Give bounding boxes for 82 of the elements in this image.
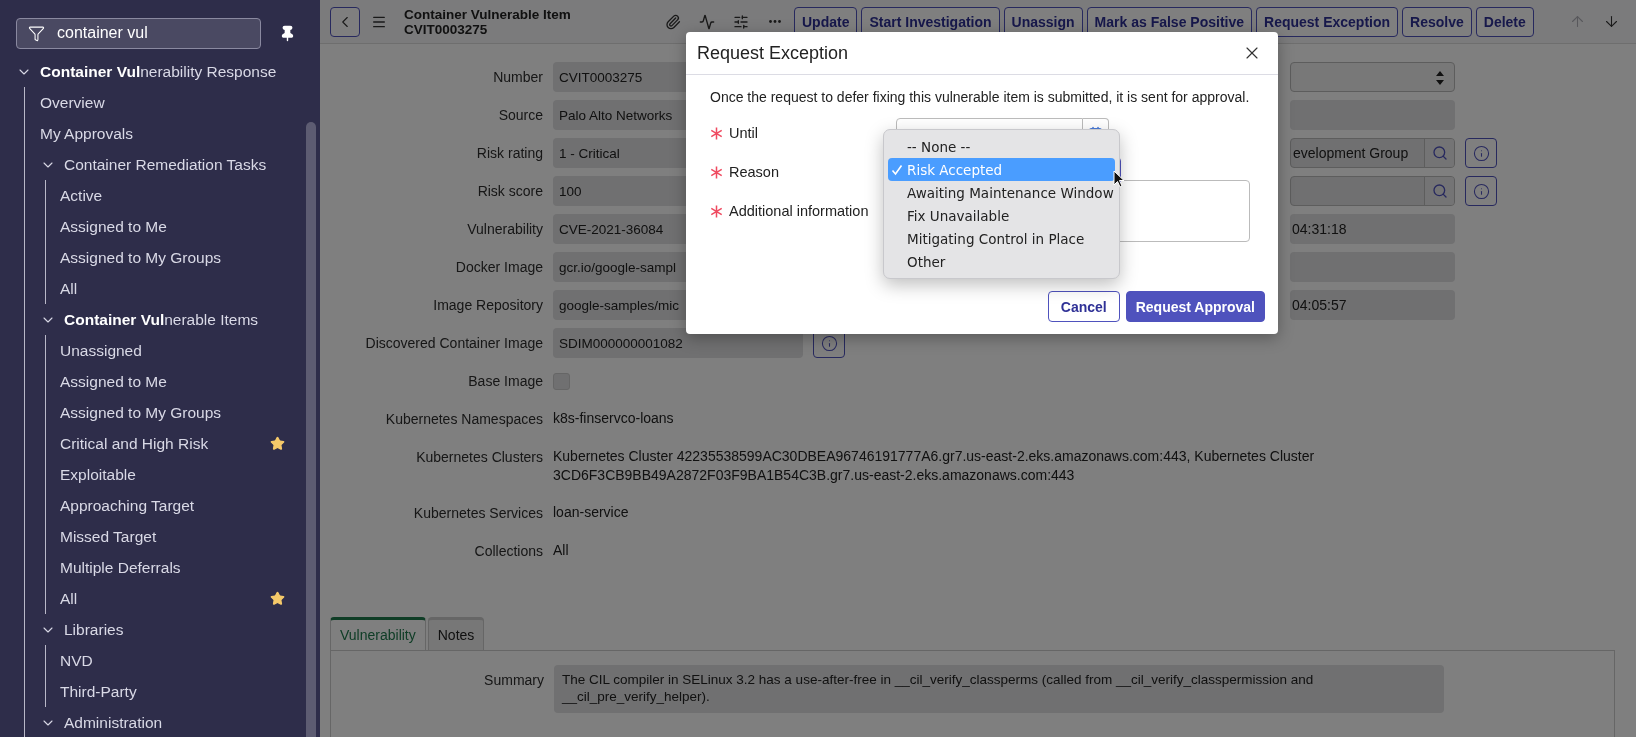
back-button[interactable] bbox=[330, 6, 360, 37]
search-icon bbox=[1431, 183, 1448, 199]
nav-item[interactable]: All bbox=[60, 279, 296, 298]
modal-title: Request Exception bbox=[697, 42, 849, 64]
field-label: Kubernetes Services bbox=[412, 504, 543, 523]
more-icon bbox=[769, 20, 781, 23]
field-label: Vulnerability bbox=[466, 220, 543, 239]
read-only-field: 04:05:57 bbox=[1290, 290, 1455, 320]
nav-item[interactable]: Container Vulnerable Items bbox=[64, 310, 296, 329]
checkbox[interactable] bbox=[553, 373, 570, 390]
info-icon bbox=[820, 334, 838, 352]
field-label: Number bbox=[492, 68, 543, 87]
scrollbar[interactable] bbox=[306, 122, 316, 737]
summary-field: The CIL compiler in SELinux 3.2 has a use-after-free in __cil_verify_classperms (called from __cil_verify_classpermission and __cil_pre_verify_helper). bbox=[554, 665, 1444, 713]
dropdown-option[interactable]: Mitigating Control in Place bbox=[888, 227, 1115, 250]
lookup-field[interactable] bbox=[1290, 176, 1455, 206]
nav-item[interactable]: Assigned to My Groups bbox=[60, 403, 296, 422]
nav-item[interactable]: Active bbox=[60, 186, 296, 205]
field-value: k8s-finservco-loans bbox=[553, 409, 675, 428]
action-button[interactable]: Request Exception bbox=[1256, 6, 1399, 37]
field-label: Docker Image bbox=[454, 258, 543, 277]
record-number: CVIT0003275 bbox=[404, 21, 489, 37]
star-icon[interactable] bbox=[270, 436, 285, 451]
nav-item[interactable]: Missed Target bbox=[60, 527, 296, 546]
nav-item[interactable]: Container Remediation Tasks bbox=[64, 155, 296, 174]
star-icon[interactable] bbox=[270, 591, 285, 606]
paperclip-icon bbox=[665, 13, 681, 30]
up-down-arrows-icon bbox=[1436, 71, 1444, 85]
nav-item[interactable]: My Approvals bbox=[40, 124, 296, 143]
nav-item[interactable]: Libraries bbox=[64, 620, 296, 639]
field-value: loan-service bbox=[553, 503, 630, 522]
field-label: Risk score bbox=[476, 182, 543, 201]
field-label: Risk rating bbox=[475, 144, 543, 163]
info-icon bbox=[1472, 144, 1490, 162]
select-field[interactable] bbox=[1290, 62, 1455, 92]
field-value: Kubernetes Cluster 42235538599AC30DBEA96746191777A6.gr7.us-east-2.eks.amazonaws.com:443, Kubernetes Cluster 3CD6F3CB9BB49A2872F03F9BA1B54C3B.gr7.us-east-2.eks.amazonaws.com:443 bbox=[553, 447, 1316, 485]
sliders-icon bbox=[733, 13, 749, 30]
nav-item[interactable]: Overview bbox=[40, 93, 296, 112]
cancel-button[interactable]: Cancel bbox=[1047, 291, 1120, 322]
action-button[interactable]: Resolve bbox=[1402, 6, 1472, 37]
reference-field: SDIM000000001082 bbox=[553, 328, 803, 358]
dropdown-option[interactable]: Awaiting Maintenance Window bbox=[888, 181, 1115, 204]
nav-item[interactable]: All bbox=[60, 589, 266, 608]
nav-item[interactable]: Container Vulnerability Response bbox=[40, 62, 296, 81]
tab[interactable]: Notes bbox=[427, 617, 485, 650]
field-value: All bbox=[553, 541, 570, 560]
nav-item[interactable]: Approaching Target bbox=[60, 496, 296, 515]
filter-icon bbox=[28, 24, 45, 42]
nav-item[interactable]: NVD bbox=[60, 651, 296, 670]
info-icon bbox=[1472, 182, 1490, 200]
filter-field[interactable]: container vul bbox=[16, 17, 261, 49]
lookup-field[interactable]: evelopment Group bbox=[1290, 138, 1455, 168]
nav-item[interactable]: Unassigned bbox=[60, 341, 296, 360]
pulse-icon bbox=[699, 13, 715, 30]
nav-item[interactable]: Administration bbox=[64, 713, 296, 732]
nav-item[interactable]: Assigned to Me bbox=[60, 372, 296, 391]
field-label: Kubernetes Namespaces bbox=[384, 410, 543, 429]
field-label: Discovered Container Image bbox=[364, 334, 543, 353]
field-label: Base Image bbox=[467, 372, 543, 391]
dropdown-option[interactable]: Other bbox=[888, 250, 1115, 273]
field-label: Summary bbox=[483, 671, 544, 690]
read-only-field: 04:31:18 bbox=[1290, 214, 1455, 244]
nav-item[interactable]: Third-Party bbox=[60, 682, 296, 701]
record-title: Container Vulnerable Item bbox=[404, 6, 572, 22]
nav-item[interactable]: Exploitable bbox=[60, 465, 296, 484]
nav-item[interactable]: Multiple Deferrals bbox=[60, 558, 296, 577]
check-icon bbox=[891, 163, 903, 176]
field-label: Collections bbox=[473, 542, 543, 561]
field-label: Kubernetes Clusters bbox=[415, 448, 543, 467]
dropdown-option[interactable]: Fix Unavailable bbox=[888, 204, 1115, 227]
search-button[interactable] bbox=[1424, 139, 1454, 167]
primary-button[interactable]: Request Approval bbox=[1125, 291, 1265, 322]
nav-item[interactable]: Assigned to Me bbox=[60, 217, 296, 236]
field-label: Image Repository bbox=[432, 296, 543, 315]
action-button[interactable]: Delete bbox=[1475, 6, 1534, 37]
field-label: Source bbox=[497, 106, 543, 125]
dropdown-option[interactable]: -- None -- bbox=[888, 135, 1115, 158]
pin-icon[interactable] bbox=[279, 24, 296, 42]
search-icon bbox=[1431, 145, 1448, 161]
search-button[interactable] bbox=[1424, 177, 1454, 205]
nav-item[interactable]: Assigned to My Groups bbox=[60, 248, 296, 267]
nav-item[interactable]: Critical and High Risk bbox=[60, 434, 266, 453]
